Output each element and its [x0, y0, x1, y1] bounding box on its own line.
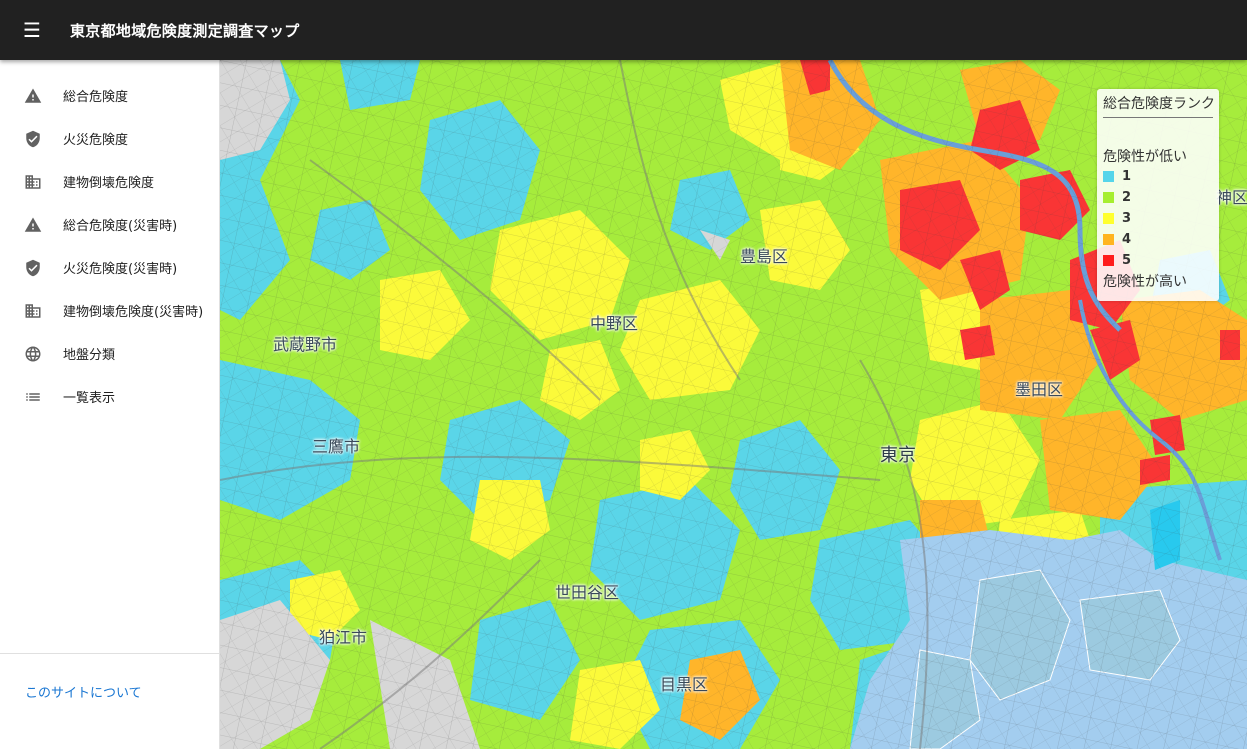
nav-item-list-view[interactable]: 一覧表示: [0, 375, 219, 418]
nav-item-label: 建物倒壊危険度: [63, 176, 155, 191]
app-title: 東京都地域危険度測定調査マップ: [70, 21, 300, 40]
nav-list: 総合危険度 火災危険度 建物倒壊危険度 総合危険度(災害時) 火災危険度(災害時…: [0, 60, 219, 418]
legend-rank-value: 1: [1122, 169, 1132, 184]
nav-item-label: 地盤分類: [63, 348, 116, 363]
menu-icon[interactable]: ☰: [0, 0, 64, 60]
building-icon: [24, 302, 42, 320]
nav-item-label: 総合危険度(災害時): [63, 219, 178, 234]
shield-icon: [24, 259, 42, 277]
street-grid-secondary: [220, 60, 1247, 749]
map-label-komae: 狛江市: [319, 628, 368, 647]
legend-rank-value: 3: [1122, 211, 1132, 226]
map-label-setagaya: 世田谷区: [555, 583, 620, 602]
risk-map[interactable]: 豊島区 中野区 武蔵野市 三鷹市 墨田区 東京 世田谷区 狛江市 目黒区 神区 …: [220, 60, 1247, 749]
map-canvas[interactable]: [220, 60, 1247, 749]
legend-rank-value: 4: [1122, 232, 1132, 247]
nav-item-fire-risk[interactable]: 火災危険度: [0, 117, 219, 160]
legend-swatch: [1103, 192, 1114, 203]
legend-swatch: [1103, 171, 1114, 182]
nav-item-label: 一覧表示: [63, 391, 116, 406]
legend-title: 総合危険度ランク: [1103, 93, 1215, 118]
nav-item-ground-classification[interactable]: 地盤分類: [0, 332, 219, 375]
nav-item-label: 建物倒壊危険度(災害時): [63, 305, 204, 320]
map-label-meguro: 目黒区: [660, 675, 709, 694]
map-label-musashino: 武蔵野市: [273, 335, 338, 354]
map-label-mitaka: 三鷹市: [312, 437, 361, 456]
legend-rank-1: 1: [1103, 166, 1213, 187]
app-bar: ☰ 東京都地域危険度測定調査マップ: [0, 0, 1247, 60]
building-icon: [24, 173, 42, 191]
warning-icon: [24, 87, 42, 105]
legend-rank-5: 5: [1103, 250, 1213, 271]
map-label-toshima: 豊島区: [740, 247, 789, 266]
legend-low-label: 危険性が低い: [1103, 149, 1187, 165]
shield-icon: [24, 130, 42, 148]
globe-icon: [24, 345, 42, 363]
legend-rank-value: 5: [1122, 253, 1132, 268]
legend-rank-value: 2: [1122, 190, 1132, 205]
nav-item-fire-risk-disaster[interactable]: 火災危険度(災害時): [0, 246, 219, 289]
warning-icon: [24, 216, 42, 234]
map-label-kanda: 神区: [1216, 188, 1247, 207]
about-site-link[interactable]: このサイトについて: [25, 682, 142, 701]
drawer-divider: [0, 653, 219, 654]
legend-rank-4: 4: [1103, 229, 1213, 250]
nav-item-building-collapse-risk-disaster[interactable]: 建物倒壊危険度(災害時): [0, 289, 219, 332]
list-icon: [24, 388, 42, 406]
nav-item-total-risk[interactable]: 総合危険度: [0, 74, 219, 117]
side-drawer: 総合危険度 火災危険度 建物倒壊危険度 総合危険度(災害時) 火災危険度(災害時…: [0, 60, 220, 749]
map-label-tokyo: 東京: [880, 445, 916, 466]
nav-item-label: 総合危険度: [63, 90, 129, 105]
legend-high-label: 危険性が高い: [1103, 274, 1187, 290]
nav-item-building-collapse-risk[interactable]: 建物倒壊危険度: [0, 160, 219, 203]
nav-item-label: 火災危険度: [63, 133, 129, 148]
nav-item-label: 火災危険度(災害時): [63, 262, 178, 277]
nav-item-total-risk-disaster[interactable]: 総合危険度(災害時): [0, 203, 219, 246]
map-label-sumida: 墨田区: [1015, 380, 1064, 399]
legend-swatch: [1103, 255, 1114, 266]
legend-rank-3: 3: [1103, 208, 1213, 229]
legend-swatch: [1103, 213, 1114, 224]
risk-legend: 総合危険度ランク 危険性が低い 1 2 3 4 5 危険性が高い: [1097, 89, 1219, 301]
legend-swatch: [1103, 234, 1114, 245]
legend-rank-2: 2: [1103, 187, 1213, 208]
map-label-nakano: 中野区: [590, 314, 639, 333]
